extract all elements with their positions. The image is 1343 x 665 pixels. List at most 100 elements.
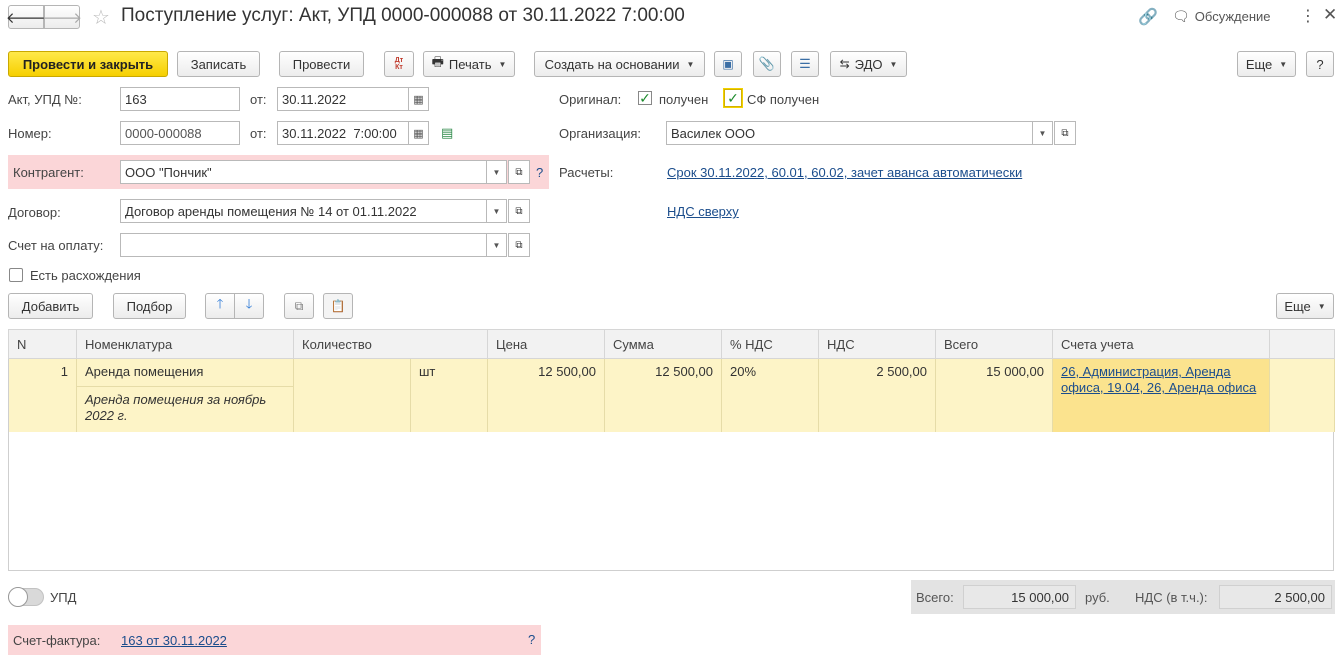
post-button[interactable]: Провести (279, 51, 364, 77)
open-form-icon: ⧉ (515, 239, 523, 251)
row-vat[interactable]: 2 500,00 (818, 358, 936, 432)
row-description: Аренда помещения за ноябрь 2022 г. (85, 392, 267, 423)
help-button[interactable]: ? (1306, 51, 1334, 77)
dt-kt-icon: Дт Кт (394, 57, 404, 71)
vat-on-top-link[interactable]: НДС сверху (667, 204, 739, 219)
col-sum[interactable]: Сумма (604, 329, 722, 359)
save-button[interactable]: Записать (177, 51, 260, 77)
row-nomenclature[interactable]: Аренда помещения Аренда помещения за ноя… (76, 358, 294, 432)
move-down-button[interactable]: 🡓 (234, 293, 264, 319)
link-icon[interactable]: 🔗 (1138, 7, 1158, 27)
more-button[interactable]: Еще ▼ (1237, 51, 1296, 77)
contract-label: Договор: (8, 205, 61, 220)
chevron-down-icon[interactable]: ▼ (1032, 121, 1053, 145)
upd-label: УПД (50, 590, 77, 605)
row-vat-rate[interactable]: 20% (721, 358, 819, 432)
invoice-pay-input[interactable]: ▼ (120, 233, 507, 257)
toggle-knob (8, 587, 28, 607)
invoice-pay-open-button[interactable]: ⧉ (508, 233, 530, 257)
organization-open-button[interactable]: ⧉ (1054, 121, 1076, 145)
received-checkbox[interactable]: ✓ (638, 90, 652, 106)
edo-button[interactable]: ⇆ ЭДО ▼ (830, 51, 907, 77)
chevron-down-icon[interactable]: ▼ (486, 199, 507, 223)
number-label: Номер: (8, 126, 52, 141)
organization-label: Организация: (559, 126, 642, 141)
discussion-button[interactable]: 🗨 Обсуждение (1172, 8, 1271, 25)
calendar-icon[interactable]: ▦ (408, 87, 429, 111)
row-accounts-cell[interactable]: 26, Администрация, Аренда офиса, 19.04, … (1052, 358, 1270, 432)
settlements-link[interactable]: Срок 30.11.2022, 60.01, 60.02, зачет ава… (667, 165, 1022, 180)
upd-toggle[interactable] (8, 587, 44, 607)
settlements-label: Расчеты: (559, 165, 614, 180)
create-based-on-button[interactable]: Создать на основании ▼ (534, 51, 705, 77)
chevron-down-icon: ▼ (498, 59, 507, 69)
chevron-down-icon: ▼ (1317, 301, 1326, 311)
add-row-button[interactable]: Добавить (8, 293, 93, 319)
col-accounts[interactable]: Счета учета (1052, 329, 1270, 359)
col-vat-rate[interactable]: % НДС (721, 329, 819, 359)
close-icon[interactable]: ✕ (1323, 5, 1337, 25)
row-sum[interactable]: 12 500,00 (604, 358, 722, 432)
counterparty-help[interactable]: ? (536, 165, 543, 180)
total-value: 15 000,00 (963, 585, 1076, 609)
move-up-button[interactable]: 🡑 (205, 293, 235, 319)
row-price[interactable]: 12 500,00 (487, 358, 605, 432)
paste-row-button[interactable]: 📋 (323, 293, 353, 319)
arrow-down-icon: 🡓 (245, 296, 253, 311)
contract-open-button[interactable]: ⧉ (508, 199, 530, 223)
col-price[interactable]: Цена (487, 329, 605, 359)
invoice-help[interactable]: ? (528, 632, 535, 647)
invoice-label: Счет-фактура: (13, 633, 101, 648)
number-input[interactable]: 0000-000088 (120, 121, 240, 145)
invoice-link[interactable]: 163 от 30.11.2022 (121, 633, 227, 648)
back-button[interactable]: 🡐 (5, 5, 47, 29)
row-unit[interactable]: шт (410, 358, 488, 432)
arrow-left-icon: 🡐 (5, 9, 47, 27)
number-date-input[interactable]: 30.11.2022 7:00:00 ▦ (277, 121, 429, 145)
sf-received-checkbox[interactable]: ✓ (724, 89, 742, 107)
chevron-down-icon[interactable]: ▼ (486, 233, 507, 257)
open-form-icon: ⧉ (515, 166, 523, 178)
col-nomenclature[interactable]: Номенклатура (76, 329, 294, 359)
copy-row-button[interactable]: ⧉ (284, 293, 314, 319)
act-date-input[interactable]: 30.11.2022 ▦ (277, 87, 429, 111)
table-row[interactable]: 1 Аренда помещения Аренда помещения за н… (8, 358, 1335, 432)
organization-input[interactable]: Василек ООО ▼ (666, 121, 1053, 145)
col-quantity[interactable]: Количество (293, 329, 488, 359)
counterparty-input[interactable]: ООО "Пончик" ▼ (120, 160, 507, 184)
vat-incl-value: 2 500,00 (1219, 585, 1332, 609)
act-number-input[interactable]: 163 (120, 87, 240, 111)
forward-button[interactable]: 🡒 (42, 5, 82, 29)
row-name: Аренда помещения (77, 359, 293, 387)
page-title: Поступление услуг: Акт, УПД 0000-000088 … (121, 5, 685, 26)
table-more-button[interactable]: Еще ▼ (1276, 293, 1334, 319)
discussion-label: Обсуждение (1194, 9, 1271, 24)
print-button[interactable]: 🖶 Печать ▼ (423, 51, 515, 77)
row-empty-cell (1269, 358, 1335, 432)
chevron-down-icon[interactable]: ▼ (486, 160, 507, 184)
discrepancy-checkbox[interactable] (9, 268, 23, 282)
arrow-up-icon: 🡑 (216, 296, 224, 311)
journal-button[interactable]: ☰ (791, 51, 819, 77)
structure-button[interactable]: ▣ (714, 51, 742, 77)
counterparty-open-button[interactable]: ⧉ (508, 160, 530, 184)
favorite-star-icon[interactable]: ☆ (92, 5, 110, 30)
post-and-close-button[interactable]: Провести и закрыть (8, 51, 168, 77)
row-qty[interactable] (293, 358, 411, 432)
total-label: Всего: (916, 590, 954, 605)
col-total[interactable]: Всего (935, 329, 1053, 359)
pick-button[interactable]: Подбор (113, 293, 186, 319)
contract-input[interactable]: Договор аренды помещения № 14 от 01.11.2… (120, 199, 507, 223)
dt-kt-button[interactable]: Дт Кт (384, 51, 414, 77)
calendar-icon[interactable]: ▦ (408, 121, 429, 145)
edit-number-icon[interactable]: ▤ (441, 125, 453, 141)
copy-icon: ⧉ (294, 298, 304, 313)
attach-button[interactable]: 📎 (753, 51, 781, 77)
col-n[interactable]: N (8, 329, 77, 359)
services-table: N Номенклатура Количество Цена Сумма % Н… (8, 329, 1335, 432)
row-total[interactable]: 15 000,00 (935, 358, 1053, 432)
col-vat[interactable]: НДС (818, 329, 936, 359)
counterparty-label: Контрагент: (13, 165, 84, 180)
row-accounts-link[interactable]: 26, Администрация, Аренда офиса, 19.04, … (1061, 364, 1256, 395)
kebab-menu-icon[interactable]: ⋮ (1300, 6, 1316, 26)
